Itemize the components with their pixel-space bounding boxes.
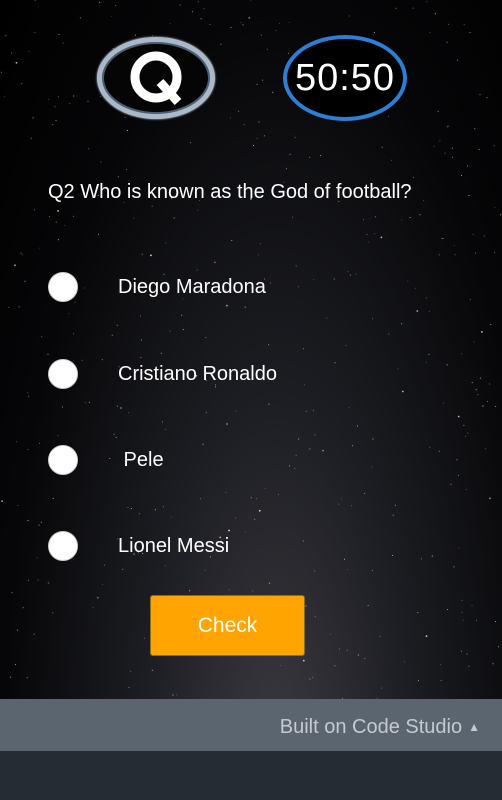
quiz-logo	[97, 37, 215, 119]
quiz-screen: 50:50 Q2 Who is known as the God of foot…	[0, 0, 502, 699]
check-button[interactable]: Check	[150, 595, 305, 656]
answer-option-3[interactable]: Pele	[46, 443, 386, 477]
q-logo-icon	[130, 51, 182, 106]
footer-label: Built on Code Studio	[279, 716, 463, 738]
radio-button[interactable]	[48, 531, 78, 561]
fifty-fifty-lifeline-button[interactable]: 50:50	[283, 35, 407, 121]
answer-label: Pele	[118, 449, 164, 471]
radio-button[interactable]	[48, 359, 78, 389]
answer-label: Lionel Messi	[118, 535, 230, 557]
answer-option-1[interactable]: Diego Maradona	[46, 270, 386, 304]
answer-option-4[interactable]: Lionel Messi	[46, 529, 386, 563]
built-on-code-studio-link[interactable]: Built on Code Studio ▲	[280, 715, 480, 739]
footer-bar: Built on Code Studio ▲	[0, 699, 502, 751]
caret-up-icon: ▲	[468, 720, 480, 734]
radio-button[interactable]	[48, 272, 78, 302]
answer-label: Diego Maradona	[118, 276, 266, 298]
answer-option-2[interactable]: Cristiano Ronaldo	[46, 357, 386, 391]
radio-button[interactable]	[48, 445, 78, 475]
question-text: Q2 Who is known as the God of football?	[48, 181, 412, 203]
answer-label: Cristiano Ronaldo	[118, 363, 277, 385]
bottom-area	[0, 751, 502, 800]
